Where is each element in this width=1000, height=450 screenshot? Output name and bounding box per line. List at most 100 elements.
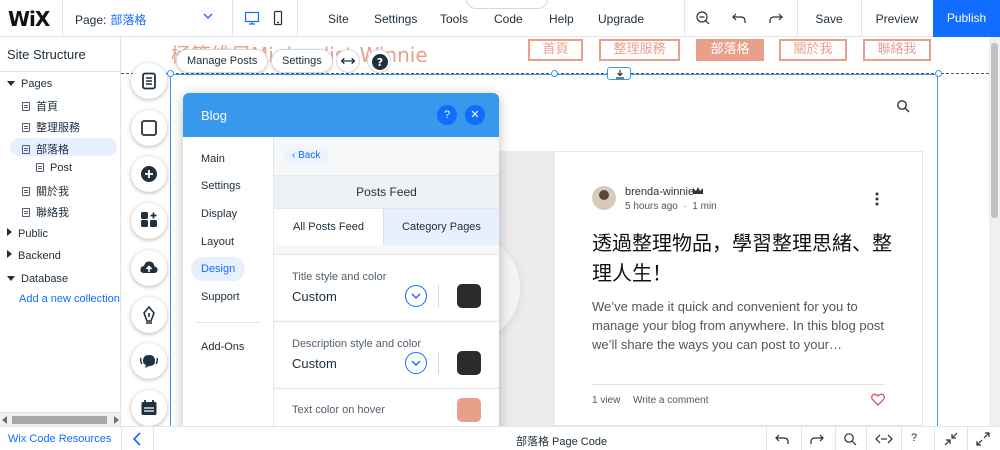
tab-category-pages[interactable]: Category Pages	[383, 209, 499, 245]
help-icon[interactable]: ?	[367, 49, 391, 73]
mobile-icon[interactable]	[270, 10, 286, 26]
menu-upgrade[interactable]: Upgrade	[598, 12, 644, 26]
nav-display[interactable]: Display	[201, 208, 237, 220]
site-nav-about[interactable]: 關於我	[779, 39, 847, 61]
menu-site[interactable]: Site	[328, 12, 349, 26]
save-button[interactable]: Save	[805, 12, 853, 26]
title-color-swatch[interactable]	[457, 284, 481, 308]
add-collection-link[interactable]: Add a new collection	[19, 293, 120, 305]
author-avatar[interactable]	[592, 186, 616, 210]
nav-layout[interactable]: Layout	[201, 236, 234, 248]
undo-icon[interactable]	[775, 432, 789, 446]
settings-button[interactable]: Settings	[271, 49, 333, 73]
tool-chat[interactable]	[131, 343, 167, 379]
tree-backend[interactable]: Backend	[7, 250, 61, 262]
search-icon[interactable]	[843, 432, 857, 446]
desktop-icon[interactable]	[244, 10, 260, 26]
hover-color-swatch[interactable]	[457, 398, 481, 422]
tree-page-label: 聯絡我	[36, 207, 69, 219]
menu-help[interactable]: Help	[549, 12, 574, 26]
tab-all-posts-feed[interactable]: All Posts Feed	[274, 209, 383, 245]
nav-design[interactable]: Design	[201, 263, 235, 275]
redo-icon[interactable]	[810, 432, 824, 446]
scrollbar-thumb[interactable]	[991, 43, 998, 218]
title-style-value[interactable]: Custom	[292, 289, 337, 304]
caret-right-icon	[7, 228, 12, 236]
site-nav-blog[interactable]: 部落格	[696, 39, 764, 61]
description-style-dropdown[interactable]	[405, 352, 427, 374]
nav-add-ons[interactable]: Add-Ons	[201, 341, 244, 353]
search-icon[interactable]	[896, 99, 910, 113]
tree-page-services[interactable]: 整理服務	[22, 119, 80, 135]
tool-upload[interactable]	[131, 250, 167, 286]
tree-database[interactable]: Database	[7, 273, 68, 285]
horizontal-scrollbar[interactable]	[0, 412, 120, 426]
resize-handle[interactable]	[935, 70, 942, 77]
tree-page-contact[interactable]: 聯絡我	[22, 204, 69, 220]
tool-pages[interactable]	[131, 63, 167, 99]
tree-page-about[interactable]: 關於我	[22, 183, 69, 199]
panel-title: Blog	[201, 108, 228, 123]
panel-help-button[interactable]: ?	[437, 105, 457, 125]
nav-main[interactable]: Main	[201, 153, 225, 165]
stretch-icon[interactable]	[336, 49, 360, 73]
stretch-handle[interactable]	[607, 67, 631, 80]
description-color-swatch[interactable]	[457, 351, 481, 375]
back-button[interactable]: ‹ Back	[284, 149, 329, 163]
scroll-left-icon[interactable]	[2, 416, 7, 424]
collapse-icon[interactable]	[944, 432, 958, 446]
tree-page-blog[interactable]: 部落格	[22, 141, 69, 157]
divider	[861, 0, 862, 37]
page-icon	[22, 145, 30, 154]
site-nav-services[interactable]: 整理服務	[599, 39, 680, 61]
description-style-value[interactable]: Custom	[292, 356, 337, 371]
manage-posts-button[interactable]: Manage Posts	[176, 49, 269, 73]
write-comment-link[interactable]: Write a comment	[633, 395, 708, 406]
resize-handle[interactable]	[551, 70, 558, 77]
page-selector[interactable]: Page: 部落格	[75, 11, 146, 28]
post-title[interactable]: 透過整理物品，學習整理思緒、整理人生！	[592, 228, 892, 288]
heart-icon[interactable]	[871, 393, 885, 406]
tool-add[interactable]	[131, 156, 167, 192]
panel-close-button[interactable]: ✕	[465, 105, 485, 125]
redo-icon[interactable]	[768, 10, 784, 26]
site-nav-home[interactable]: 首頁	[528, 39, 583, 61]
tool-apps[interactable]	[131, 203, 167, 239]
tree-page-post[interactable]: Post	[36, 162, 72, 174]
tree-public[interactable]: Public	[7, 228, 48, 240]
undo-icon[interactable]	[731, 10, 747, 26]
tool-bookings[interactable]	[131, 390, 167, 426]
chevron-down-icon[interactable]	[203, 11, 213, 21]
resize-handle[interactable]	[167, 70, 174, 77]
code-help-icon[interactable]: ?	[911, 432, 917, 444]
expand-icon[interactable]	[976, 432, 990, 446]
vertical-scrollbar[interactable]	[989, 37, 1000, 426]
scroll-right-icon[interactable]	[114, 416, 119, 424]
more-options-icon[interactable]	[875, 192, 879, 206]
chevron-left-icon[interactable]	[132, 432, 142, 446]
divider	[797, 0, 798, 37]
tree-pages[interactable]: Pages	[7, 78, 52, 90]
tree-page-home[interactable]: 首頁	[22, 98, 58, 114]
menu-code[interactable]: Code	[494, 12, 523, 26]
tool-blog[interactable]	[131, 297, 167, 333]
title-style-dropdown[interactable]	[405, 285, 427, 307]
scrollbar-thumb[interactable]	[12, 416, 107, 424]
chevron-down-icon	[411, 293, 421, 299]
site-nav-contact[interactable]: 聯絡我	[863, 39, 931, 61]
code-resources-link[interactable]: Wix Code Resources	[8, 433, 111, 445]
menu-settings[interactable]: Settings	[374, 12, 417, 26]
publish-button[interactable]: Publish	[933, 0, 1000, 37]
divider	[766, 427, 767, 450]
nav-settings[interactable]: Settings	[201, 180, 241, 192]
zoom-out-icon[interactable]	[695, 10, 711, 26]
post-author[interactable]: brenda-winnie	[625, 186, 694, 198]
code-brackets-icon[interactable]	[875, 432, 893, 446]
post-excerpt: We’ve made it quick and convenient for y…	[592, 299, 884, 352]
nav-support[interactable]: Support	[201, 291, 240, 303]
wix-logo[interactable]: WiX	[8, 7, 50, 31]
tool-background[interactable]	[131, 110, 167, 146]
menu-tools[interactable]: Tools	[440, 12, 468, 26]
preview-button[interactable]: Preview	[866, 12, 928, 26]
panel-header[interactable]: Blog ? ✕	[183, 93, 499, 137]
